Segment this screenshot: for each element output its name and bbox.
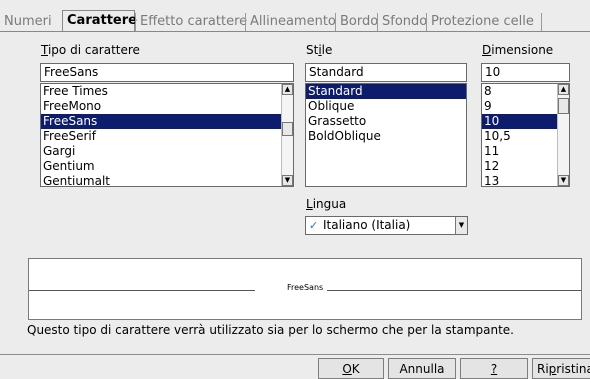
font-size-input[interactable]: 10 — [481, 63, 570, 82]
font-family-input[interactable]: FreeSans — [40, 63, 294, 82]
font-family-label: Tipo di carattere — [41, 43, 140, 57]
scroll-thumb[interactable] — [282, 122, 293, 136]
tab-allineamento[interactable]: Allineamento — [245, 13, 336, 31]
language-value: Italiano (Italia) — [323, 218, 411, 232]
list-item[interactable]: Grassetto — [306, 114, 466, 129]
scroll-thumb[interactable] — [558, 98, 569, 114]
spellcheck-icon: ✓ — [309, 219, 319, 232]
font-style-label: Stile — [306, 43, 333, 57]
language-label: Lingua — [306, 197, 347, 211]
cancel-button[interactable]: Annulla — [388, 358, 456, 379]
list-item[interactable]: Standard — [306, 84, 466, 99]
preview-baseline-left — [29, 290, 255, 291]
preview-sample-text: FreeSans — [287, 283, 324, 292]
list-item[interactable]: 12 — [482, 159, 569, 174]
list-item[interactable]: Free Times — [41, 84, 293, 99]
tab-divider — [0, 31, 590, 32]
font-style-input[interactable]: Standard — [305, 63, 467, 82]
tab-sfondo[interactable]: Sfondo — [377, 13, 427, 31]
language-select[interactable]: ✓ Italiano (Italia) ▼ — [305, 216, 468, 235]
ok-button[interactable]: OK — [318, 358, 384, 379]
font-list-scrollbar[interactable]: ▲ ▼ — [281, 84, 293, 186]
help-button[interactable]: ? — [460, 358, 528, 379]
info-text: Questo tipo di carattere verrà utilizzat… — [27, 323, 514, 337]
chevron-down-icon[interactable]: ▼ — [455, 217, 467, 234]
list-item[interactable]: Oblique — [306, 99, 466, 114]
list-item[interactable]: FreeSans — [41, 114, 281, 129]
list-item[interactable]: FreeMono — [41, 99, 293, 114]
tab-bar: Numeri Carattere Effetto carattere Allin… — [0, 9, 590, 32]
tab-effetto-carattere[interactable]: Effetto carattere — [135, 13, 247, 31]
tab-numeri[interactable]: Numeri — [0, 13, 62, 31]
font-size-label: Dimensione — [482, 43, 554, 57]
font-preview: FreeSans — [28, 258, 582, 320]
reset-button[interactable]: Ripristina — [532, 358, 590, 379]
size-list-scrollbar[interactable]: ▲ ▼ — [557, 84, 569, 186]
font-style-list[interactable]: Standard Oblique Grassetto BoldOblique — [305, 83, 467, 187]
list-item[interactable]: 9 — [482, 99, 569, 114]
preview-baseline-right — [327, 290, 581, 291]
scroll-up-icon[interactable]: ▲ — [558, 84, 569, 95]
list-item[interactable]: 8 — [482, 84, 569, 99]
list-item[interactable]: 10,5 — [482, 129, 569, 144]
list-item[interactable]: BoldOblique — [306, 129, 466, 144]
scroll-up-icon[interactable]: ▲ — [282, 84, 293, 95]
button-separator — [0, 354, 590, 355]
tab-protezione-celle[interactable]: Protezione celle — [426, 13, 542, 31]
font-size-list[interactable]: 8 9 10 10,5 11 12 13 ▲ ▼ — [481, 83, 570, 187]
list-item[interactable]: Gentium — [41, 159, 293, 174]
list-item[interactable]: Gargi — [41, 144, 293, 159]
scroll-down-icon[interactable]: ▼ — [558, 175, 569, 186]
tab-bordo[interactable]: Bordo — [335, 13, 378, 31]
list-item[interactable]: Gentiumalt — [41, 174, 293, 186]
scroll-down-icon[interactable]: ▼ — [282, 175, 293, 186]
list-item[interactable]: 11 — [482, 144, 569, 159]
tab-carattere[interactable]: Carattere — [62, 10, 137, 32]
list-item[interactable]: FreeSerif — [41, 129, 293, 144]
list-item[interactable]: 13 — [482, 174, 569, 186]
font-family-list[interactable]: Free Times FreeMono FreeSans FreeSerif G… — [40, 83, 294, 187]
list-item[interactable]: 10 — [482, 114, 557, 129]
